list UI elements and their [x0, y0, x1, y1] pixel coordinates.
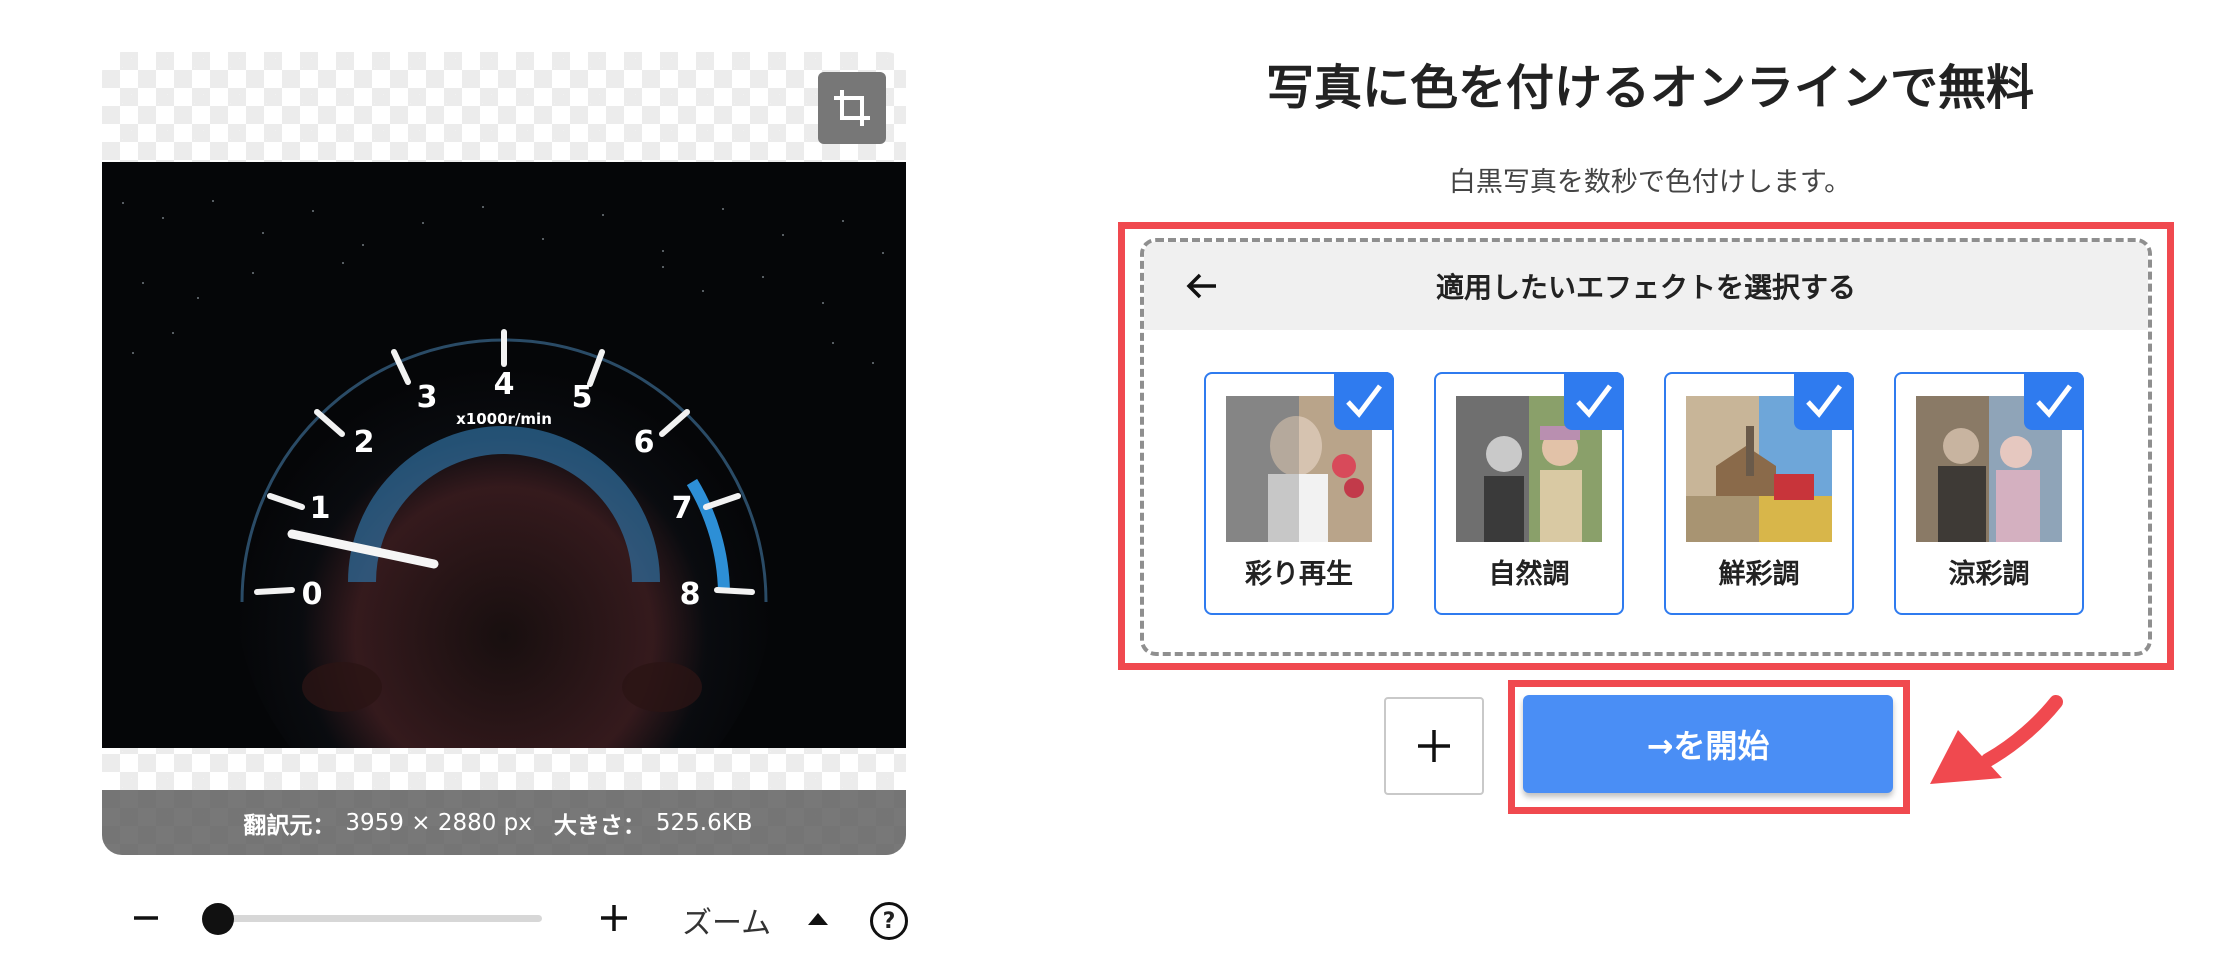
- help-button[interactable]: ?: [870, 902, 908, 940]
- gauge-number: 0: [302, 577, 323, 612]
- image-info-bar: 翻訳元： 3959 × 2880 px 大きさ： 525.6KB: [102, 790, 906, 855]
- source-dimensions: 3959 × 2880 px: [345, 809, 532, 836]
- check-icon: [1564, 372, 1624, 430]
- plus-icon: [1418, 730, 1450, 762]
- gauge-number: 1: [310, 491, 331, 526]
- gauge-number: 5: [572, 380, 593, 415]
- zoom-out-button[interactable]: [128, 900, 164, 936]
- zoom-slider-track[interactable]: [216, 915, 542, 922]
- start-button[interactable]: →を開始: [1523, 695, 1893, 793]
- effect-card-cool[interactable]: 涼彩調: [1894, 372, 2084, 615]
- zoom-slider-thumb[interactable]: [202, 903, 234, 935]
- image-preview: 0 1 2 3 4 5 6 7 8 x1000r/min 翻訳元： 3959 ×…: [102, 52, 906, 855]
- gauge-unit: x1000r/min: [456, 410, 552, 428]
- crop-icon: [834, 90, 870, 126]
- gauge-number: 4: [494, 367, 515, 402]
- gauge-number: 6: [634, 425, 655, 460]
- crop-button[interactable]: [818, 72, 886, 144]
- zoom-in-button[interactable]: [596, 900, 632, 936]
- gauge-number: 8: [680, 577, 701, 612]
- effect-label: 鮮彩調: [1718, 559, 1800, 590]
- pointer-arrow-icon: [1930, 695, 2063, 784]
- file-size: 525.6KB: [655, 809, 753, 836]
- question-icon: ?: [882, 908, 896, 934]
- gauge-number: 2: [354, 425, 375, 460]
- size-label: 大きさ：: [553, 812, 646, 839]
- effect-card-vivid[interactable]: 鮮彩調: [1664, 372, 1854, 615]
- zoom-label: ズーム: [682, 906, 772, 941]
- effect-card-vivid-restore[interactable]: 彩り再生: [1204, 372, 1394, 615]
- effects-header: 適用したいエフェクトを選択する: [1144, 242, 2148, 330]
- page-title: 写真に色を付けるオンラインで無料: [1265, 60, 2034, 116]
- effect-label: 彩り再生: [1245, 559, 1353, 590]
- plus-icon: [601, 905, 627, 931]
- gauge-number: 7: [672, 491, 693, 526]
- check-icon: [2024, 372, 2084, 430]
- source-label: 翻訳元：: [243, 812, 336, 839]
- effects-title: 適用したいエフェクトを選択する: [1435, 271, 1856, 304]
- page-subtitle: 白黒写真を数秒で色付けします。: [1448, 167, 1852, 198]
- caret-up-icon[interactable]: [806, 907, 830, 931]
- effect-card-natural[interactable]: 自然調: [1434, 372, 1624, 615]
- effect-label: 自然調: [1488, 559, 1570, 590]
- minus-icon: [134, 916, 158, 920]
- effects-panel: 適用したいエフェクトを選択する 彩り再生 自然調 鮮彩調 涼彩調: [1140, 238, 2152, 656]
- uploaded-photo: 0 1 2 3 4 5 6 7 8 x1000r/min: [102, 162, 906, 748]
- gauge-number: 3: [417, 380, 438, 415]
- effect-label: 涼彩調: [1948, 559, 2030, 590]
- add-button[interactable]: [1384, 697, 1484, 795]
- check-icon: [1334, 372, 1394, 430]
- check-icon: [1794, 372, 1854, 430]
